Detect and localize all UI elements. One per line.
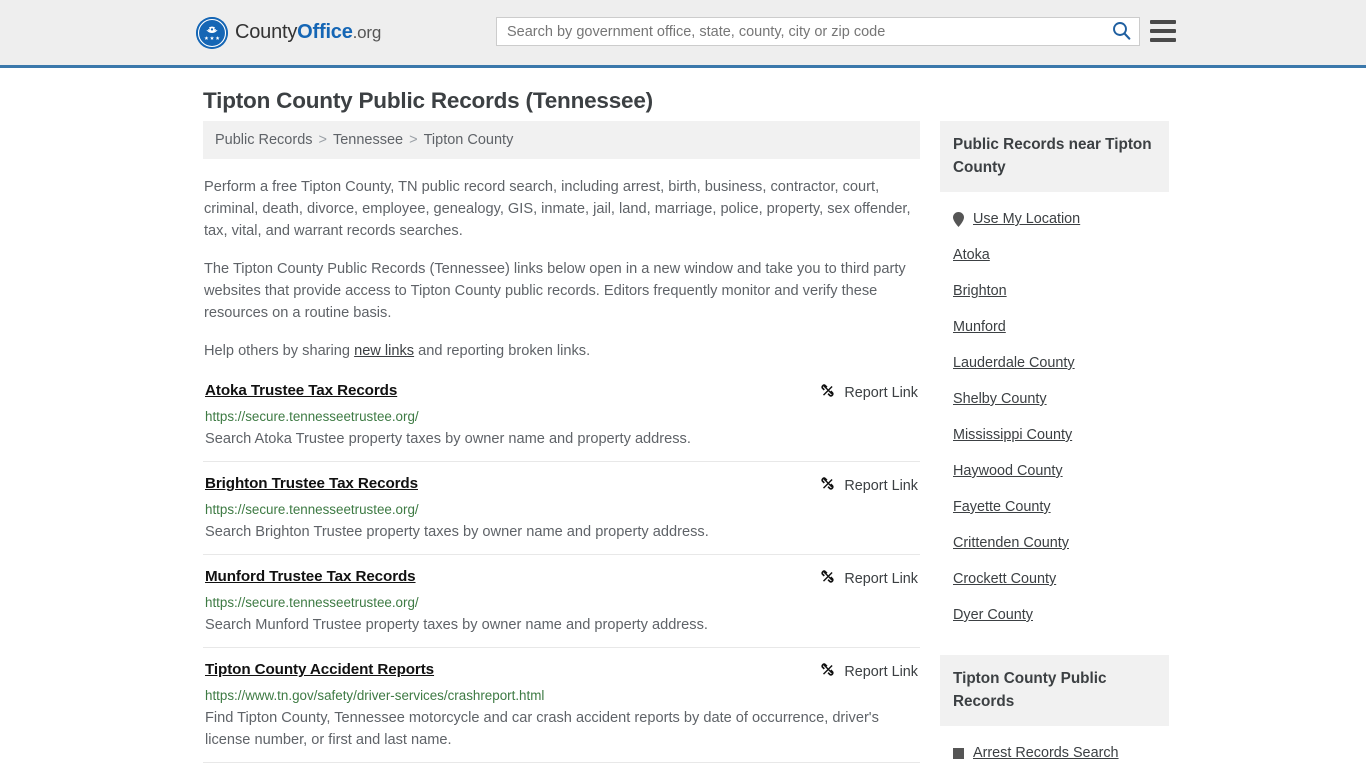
breadcrumb-separator: > (409, 132, 418, 148)
hamburger-menu-button[interactable] (1150, 20, 1176, 42)
result-item: Munford Trustee Tax Records Report Link ht… (203, 555, 920, 648)
broken-link-icon (819, 382, 836, 403)
sidebar-heading-records: Tipton County Public Records (940, 655, 1169, 726)
report-link-button[interactable]: Report Link (819, 568, 918, 589)
broken-link-icon (819, 568, 836, 589)
site-header: CountyOffice.org (0, 0, 1366, 68)
results-list: Atoka Trustee Tax Records Report Link http… (203, 381, 920, 768)
sidebar: Public Records near Tipton County Use My… (940, 121, 1169, 768)
sidebar-nearby-list: Use My Location Atoka Brighton Munford Laude… (940, 201, 1169, 633)
intro-3-before: Help others by sharing (204, 343, 355, 359)
result-header-row: Brighton Trustee Tax Records Report Link (205, 474, 918, 496)
new-links-link[interactable]: new links (354, 343, 414, 359)
result-url[interactable]: https://www.tn.gov/safety/driver-service… (205, 685, 918, 706)
sidebar-list-item[interactable]: Brighton (940, 273, 1169, 309)
menu-bar-3 (1150, 38, 1176, 42)
sidebar-link[interactable]: Shelby County (953, 391, 1047, 407)
result-description: Search Brighton Trustee property taxes b… (205, 524, 709, 540)
sidebar-link[interactable]: Arrest Records Search (973, 745, 1119, 761)
sidebar-list-item[interactable]: Dyer County (940, 597, 1169, 633)
breadcrumb-separator: > (318, 132, 327, 148)
result-header-row: Tipton County Accident Reports Report Lin… (205, 660, 918, 682)
result-title-link[interactable]: Brighton Trustee Tax Records (205, 474, 418, 494)
result-url[interactable]: https://secure.tennesseetrustee.org/ (205, 499, 918, 520)
result-item: Atoka Trustee Tax Records Report Link http… (203, 381, 920, 462)
report-link-label: Report Link (844, 384, 918, 401)
result-header-row: Atoka Trustee Tax Records Report Link (205, 381, 918, 403)
search-input[interactable] (497, 18, 1103, 45)
search-icon (1112, 21, 1131, 43)
menu-bar-1 (1150, 20, 1176, 24)
sidebar-list-item[interactable]: Lauderdale County (940, 345, 1169, 381)
sidebar-link[interactable]: Brighton (953, 283, 1007, 299)
menu-bar-2 (1150, 29, 1176, 33)
sidebar-link[interactable]: Mississippi County (953, 427, 1072, 443)
sidebar-list-item[interactable]: Crittenden County (940, 525, 1169, 561)
result-url[interactable]: https://secure.tennesseetrustee.org/ (205, 406, 918, 427)
broken-link-icon (819, 475, 836, 496)
site-brand-text: CountyOffice.org (235, 21, 381, 44)
breadcrumb: Public Records > Tennessee > Tipton Coun… (203, 121, 920, 159)
sidebar-link[interactable]: Crittenden County (953, 535, 1069, 551)
square-icon (953, 747, 964, 759)
report-link-button[interactable]: Report Link (819, 661, 918, 682)
sidebar-list-item[interactable]: Crockett County (940, 561, 1169, 597)
result-title-link[interactable]: Tipton County Accident Reports (205, 660, 434, 680)
intro-paragraph-2: The Tipton County Public Records (Tennes… (204, 261, 906, 321)
sidebar-list-item[interactable]: Haywood County (940, 453, 1169, 489)
result-header-row: Munford Trustee Tax Records Report Link (205, 567, 918, 589)
brand-part-org: .org (352, 23, 382, 42)
sidebar-heading-nearby: Public Records near Tipton County (940, 121, 1169, 192)
sidebar-box-records: Tipton County Public Records Arrest Reco… (940, 655, 1169, 768)
report-link-label: Report Link (844, 477, 918, 494)
sidebar-box-nearby: Public Records near Tipton County Use My… (940, 121, 1169, 633)
sidebar-link[interactable]: Atoka (953, 247, 990, 263)
eagle-seal-logo-icon (196, 16, 228, 49)
result-item: Tipton County Accident Reports Report Lin… (203, 648, 920, 763)
sidebar-list-item[interactable]: Munford (940, 309, 1169, 345)
sidebar-list-item[interactable]: Fayette County (940, 489, 1169, 525)
sidebar-link[interactable]: Crockett County (953, 571, 1056, 587)
search-bar[interactable] (496, 17, 1140, 46)
search-button[interactable] (1103, 18, 1139, 45)
sidebar-link[interactable]: Use My Location (973, 211, 1080, 227)
result-description: Search Munford Trustee property taxes by… (205, 617, 708, 633)
sidebar-list-item[interactable]: Arrest Records Search (940, 735, 1169, 768)
sidebar-link[interactable]: Dyer County (953, 607, 1033, 623)
brand-part-county: County (235, 21, 298, 43)
main-column: Public Records > Tennessee > Tipton Coun… (203, 121, 920, 768)
sidebar-list-item[interactable]: Shelby County (940, 381, 1169, 417)
page-title: Tipton County Public Records (Tennessee) (203, 88, 653, 113)
result-title-link[interactable]: Munford Trustee Tax Records (205, 567, 416, 587)
result-url[interactable]: https://secure.tennesseetrustee.org/ (205, 592, 918, 613)
report-link-label: Report Link (844, 570, 918, 587)
report-link-label: Report Link (844, 663, 918, 680)
breadcrumb-item-1[interactable]: Tennessee (333, 132, 403, 148)
intro-3-after: and reporting broken links. (414, 343, 591, 359)
report-link-button[interactable]: Report Link (819, 475, 918, 496)
intro-paragraph-1: Perform a free Tipton County, TN public … (204, 179, 911, 239)
result-item: Tipton County Adoption RecordsReport Lin… (203, 763, 920, 768)
brand-part-office: Office (297, 21, 353, 43)
result-item: Brighton Trustee Tax Records Report Link h… (203, 462, 920, 555)
result-title-link[interactable]: Atoka Trustee Tax Records (205, 381, 397, 401)
sidebar-link[interactable]: Lauderdale County (953, 355, 1075, 371)
sidebar-list-item[interactable]: Use My Location (940, 201, 1169, 237)
site-logo-link[interactable]: CountyOffice.org (196, 16, 381, 49)
report-link-button[interactable]: Report Link (819, 382, 918, 403)
sidebar-link[interactable]: Fayette County (953, 499, 1051, 515)
sidebar-records-list: Arrest Records SearchBirth Records Searc… (940, 735, 1169, 768)
result-description: Find Tipton County, Tennessee motorcycle… (205, 710, 879, 748)
broken-link-icon (819, 661, 836, 682)
sidebar-link[interactable]: Munford (953, 319, 1006, 335)
map-pin-icon (953, 211, 964, 227)
intro-paragraph-3: Help others by sharing new links and rep… (203, 340, 920, 362)
sidebar-list-item[interactable]: Mississippi County (940, 417, 1169, 453)
breadcrumb-item-2[interactable]: Tipton County (424, 132, 514, 148)
sidebar-list-item[interactable]: Atoka (940, 237, 1169, 273)
sidebar-link[interactable]: Haywood County (953, 463, 1063, 479)
result-description: Search Atoka Trustee property taxes by o… (205, 431, 691, 447)
breadcrumb-item-0[interactable]: Public Records (215, 132, 313, 148)
